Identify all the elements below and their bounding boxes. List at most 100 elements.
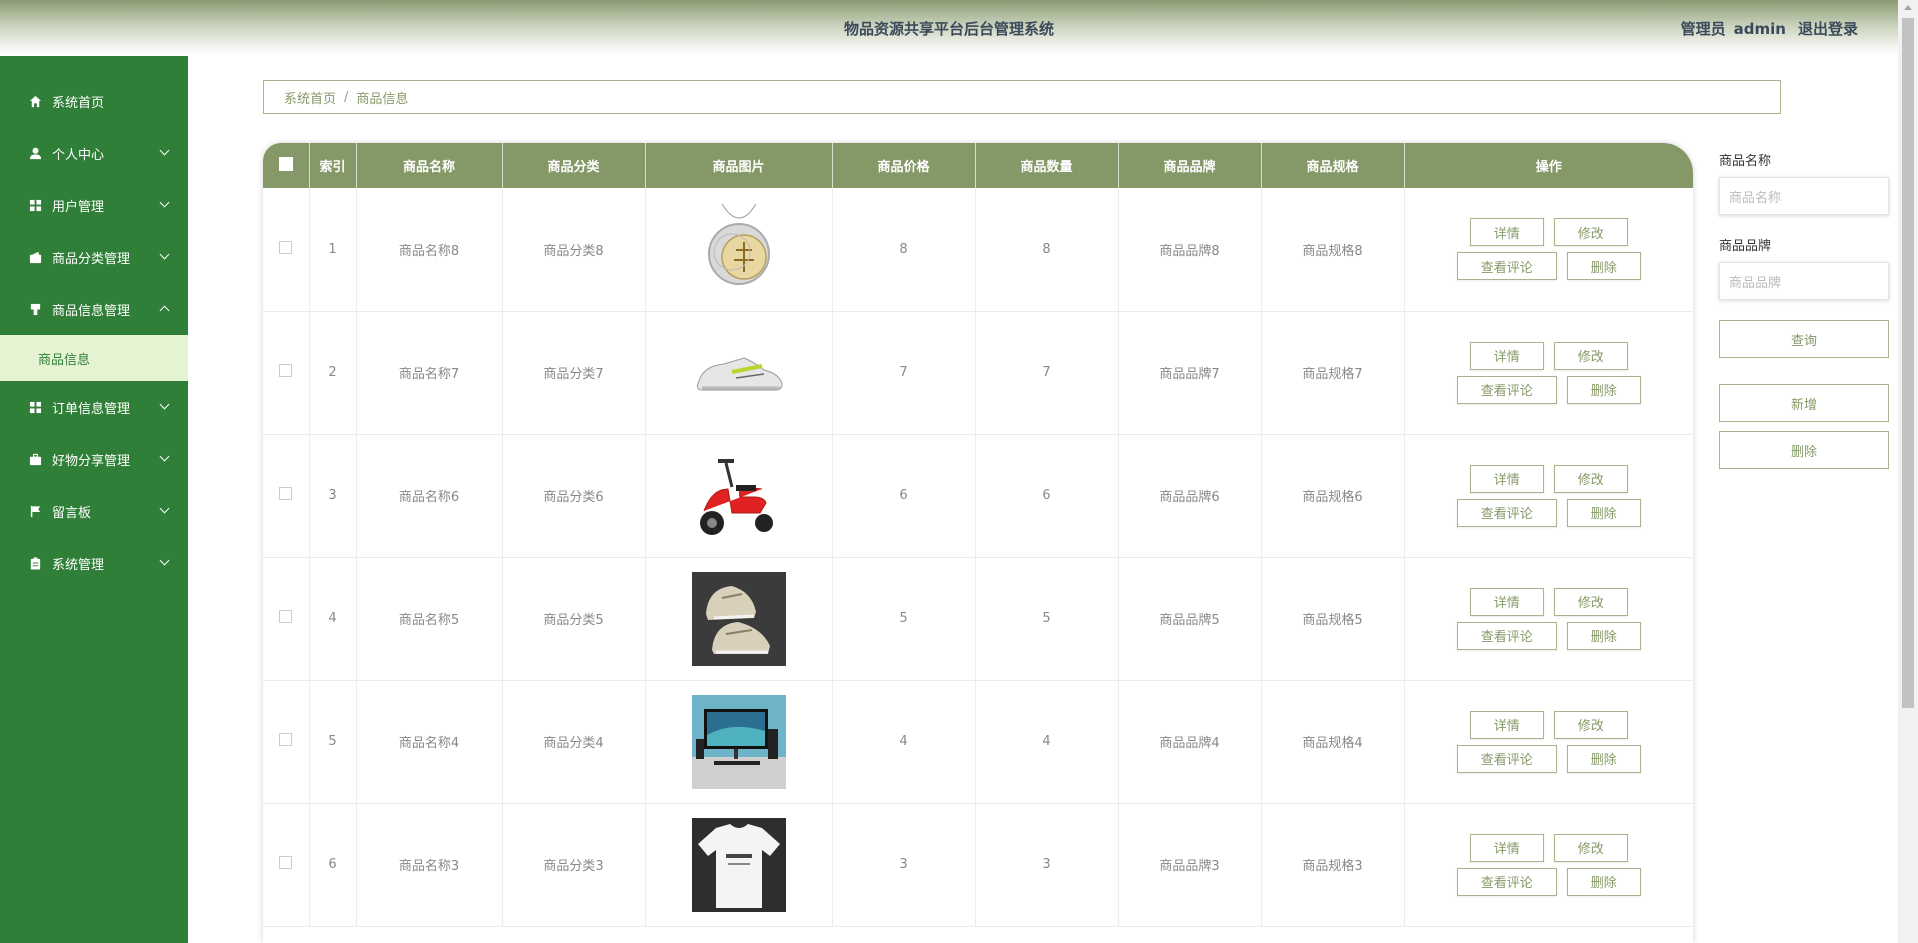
row-select-cell xyxy=(263,557,310,681)
sidebar-item-label: 个人中心 xyxy=(52,147,105,163)
delete-button[interactable]: 删除 xyxy=(1566,375,1641,404)
shoes-image xyxy=(691,571,786,666)
spec-cell: 商品规格8 xyxy=(1261,188,1405,312)
image-cell xyxy=(645,434,833,558)
sidebar-item-label: 商品分类管理 xyxy=(52,251,131,267)
table-row: 2 商品名称7 商品分类7 7 7 商品品牌7 商品规格7 详情 修改 查看评论 删除 xyxy=(263,311,1693,435)
sidebar-subitem-product-info[interactable]: 商品信息 xyxy=(0,335,188,381)
sidebar-item-orders[interactable]: 订单信息管理 xyxy=(0,381,188,433)
necklace-image xyxy=(691,202,786,297)
cup-icon xyxy=(28,302,42,316)
detail-button[interactable]: 详情 xyxy=(1469,464,1544,493)
column-header: 商品分类 xyxy=(502,143,646,188)
name-search-input[interactable]: 商品名称 xyxy=(1719,177,1889,215)
sidebar-item-users[interactable]: 用户管理 xyxy=(0,179,188,231)
delete-button[interactable]: 删除 xyxy=(1566,252,1641,281)
breadcrumb-home[interactable]: 系统首页 xyxy=(284,88,336,107)
row-checkbox[interactable] xyxy=(279,487,293,500)
select-all-checkbox[interactable] xyxy=(278,156,293,171)
detail-button[interactable]: 详情 xyxy=(1469,587,1544,616)
sidebar-item-product[interactable]: 商品信息管理 xyxy=(0,283,188,335)
index-cell: 4 xyxy=(309,557,357,681)
scroll-up-arrow-icon[interactable] xyxy=(1904,5,1912,10)
column-header: 索引 xyxy=(309,143,357,188)
table-row: 6 商品名称3 商品分类3 3 3 商品品牌3 商品规格3 详情 修改 查看评论 删除 xyxy=(263,803,1693,927)
index-cell: 6 xyxy=(309,803,357,927)
detail-button[interactable]: 详情 xyxy=(1469,218,1544,247)
actions-cell: 详情 修改查看评论 删除 xyxy=(1404,803,1693,927)
index-cell: 3 xyxy=(309,434,357,558)
row-checkbox[interactable] xyxy=(279,610,293,623)
batch-delete-button[interactable]: 删除 xyxy=(1719,431,1889,469)
row-checkbox[interactable] xyxy=(279,733,293,746)
index-cell: 2 xyxy=(309,311,357,435)
chevron-down-icon xyxy=(159,451,170,462)
name-cell: 商品名称3 xyxy=(356,803,503,927)
delete-button[interactable]: 删除 xyxy=(1566,867,1641,896)
edit-button[interactable]: 修改 xyxy=(1553,218,1628,247)
category-cell: 商品分类3 xyxy=(502,803,646,927)
delete-button[interactable]: 删除 xyxy=(1566,498,1641,527)
name-cell: 商品名称7 xyxy=(356,311,503,435)
image-cell xyxy=(645,803,833,927)
sneaker-image xyxy=(691,325,786,420)
spec-cell: 商品规格6 xyxy=(1261,434,1405,558)
edit-button[interactable]: 修改 xyxy=(1553,587,1628,616)
actions-cell: 详情 修改查看评论 删除 xyxy=(1404,434,1693,558)
home-icon xyxy=(28,94,42,108)
row-checkbox[interactable] xyxy=(279,364,293,377)
view-comments-button[interactable]: 查看评论 xyxy=(1456,744,1557,773)
detail-button[interactable]: 详情 xyxy=(1469,341,1544,370)
qty-cell: 4 xyxy=(975,680,1119,804)
row-select-cell xyxy=(263,434,310,558)
price-cell: 8 xyxy=(832,188,976,312)
view-comments-button[interactable]: 查看评论 xyxy=(1456,621,1557,650)
column-header: 商品品牌 xyxy=(1118,143,1262,188)
sidebar-item-system[interactable]: 系统管理 xyxy=(0,537,188,589)
price-cell: 4 xyxy=(832,680,976,804)
add-button[interactable]: 新增 xyxy=(1719,384,1889,422)
table-row: 1 商品名称8 商品分类8 8 8 商品品牌8 商品规格8 详情 修改 查看评论 删除 xyxy=(263,188,1693,312)
sidebar-item-messages[interactable]: 留言板 xyxy=(0,485,188,537)
page-scrollbar[interactable] xyxy=(1898,0,1918,943)
chevron-up-icon xyxy=(159,305,170,316)
detail-button[interactable]: 详情 xyxy=(1469,833,1544,862)
view-comments-button[interactable]: 查看评论 xyxy=(1456,867,1557,896)
actions-cell: 详情 修改查看评论 删除 xyxy=(1404,311,1693,435)
edit-button[interactable]: 修改 xyxy=(1553,341,1628,370)
row-checkbox[interactable] xyxy=(279,240,293,254)
view-comments-button[interactable]: 查看评论 xyxy=(1456,498,1557,527)
column-header: 商品图片 xyxy=(645,143,833,188)
view-comments-button[interactable]: 查看评论 xyxy=(1456,252,1557,281)
sidebar-item-home[interactable]: 系统首页 xyxy=(0,75,188,127)
query-button[interactable]: 查询 xyxy=(1719,320,1889,358)
delete-button[interactable]: 删除 xyxy=(1566,621,1641,650)
scrollbar-thumb[interactable] xyxy=(1902,18,1914,708)
sidebar-item-label: 好物分享管理 xyxy=(52,453,131,469)
delete-button[interactable]: 删除 xyxy=(1566,744,1641,773)
row-checkbox[interactable] xyxy=(279,856,293,869)
table-row: 3 商品名称6 商品分类6 6 6 商品品牌6 商品规格6 详情 修改 查看评论 删除 xyxy=(263,434,1693,558)
sidebar-item-profile[interactable]: 个人中心 xyxy=(0,127,188,179)
logout-link[interactable]: 退出登录 xyxy=(1798,20,1858,38)
category-cell: 商品分类7 xyxy=(502,311,646,435)
edit-button[interactable]: 修改 xyxy=(1553,464,1628,493)
row-select-cell xyxy=(263,311,310,435)
sidebar-item-category[interactable]: 商品分类管理 xyxy=(0,231,188,283)
column-header: 操作 xyxy=(1404,143,1693,188)
detail-button[interactable]: 详情 xyxy=(1469,710,1544,739)
name-cell: 商品名称8 xyxy=(356,188,503,312)
product-image xyxy=(691,817,786,912)
edit-button[interactable]: 修改 xyxy=(1553,710,1628,739)
sidebar-item-sharing[interactable]: 好物分享管理 xyxy=(0,433,188,485)
qty-cell: 5 xyxy=(975,557,1119,681)
edit-button[interactable]: 修改 xyxy=(1553,833,1628,862)
view-comments-button[interactable]: 查看评论 xyxy=(1456,375,1557,404)
username: admin xyxy=(1733,20,1786,38)
category-cell: 商品分类5 xyxy=(502,557,646,681)
brand-search-input[interactable]: 商品品牌 xyxy=(1719,262,1889,300)
clipboard-icon xyxy=(28,556,42,570)
column-header: 商品规格 xyxy=(1261,143,1405,188)
category-cell: 商品分类4 xyxy=(502,680,646,804)
sidebar-item-label: 订单信息管理 xyxy=(52,401,131,417)
